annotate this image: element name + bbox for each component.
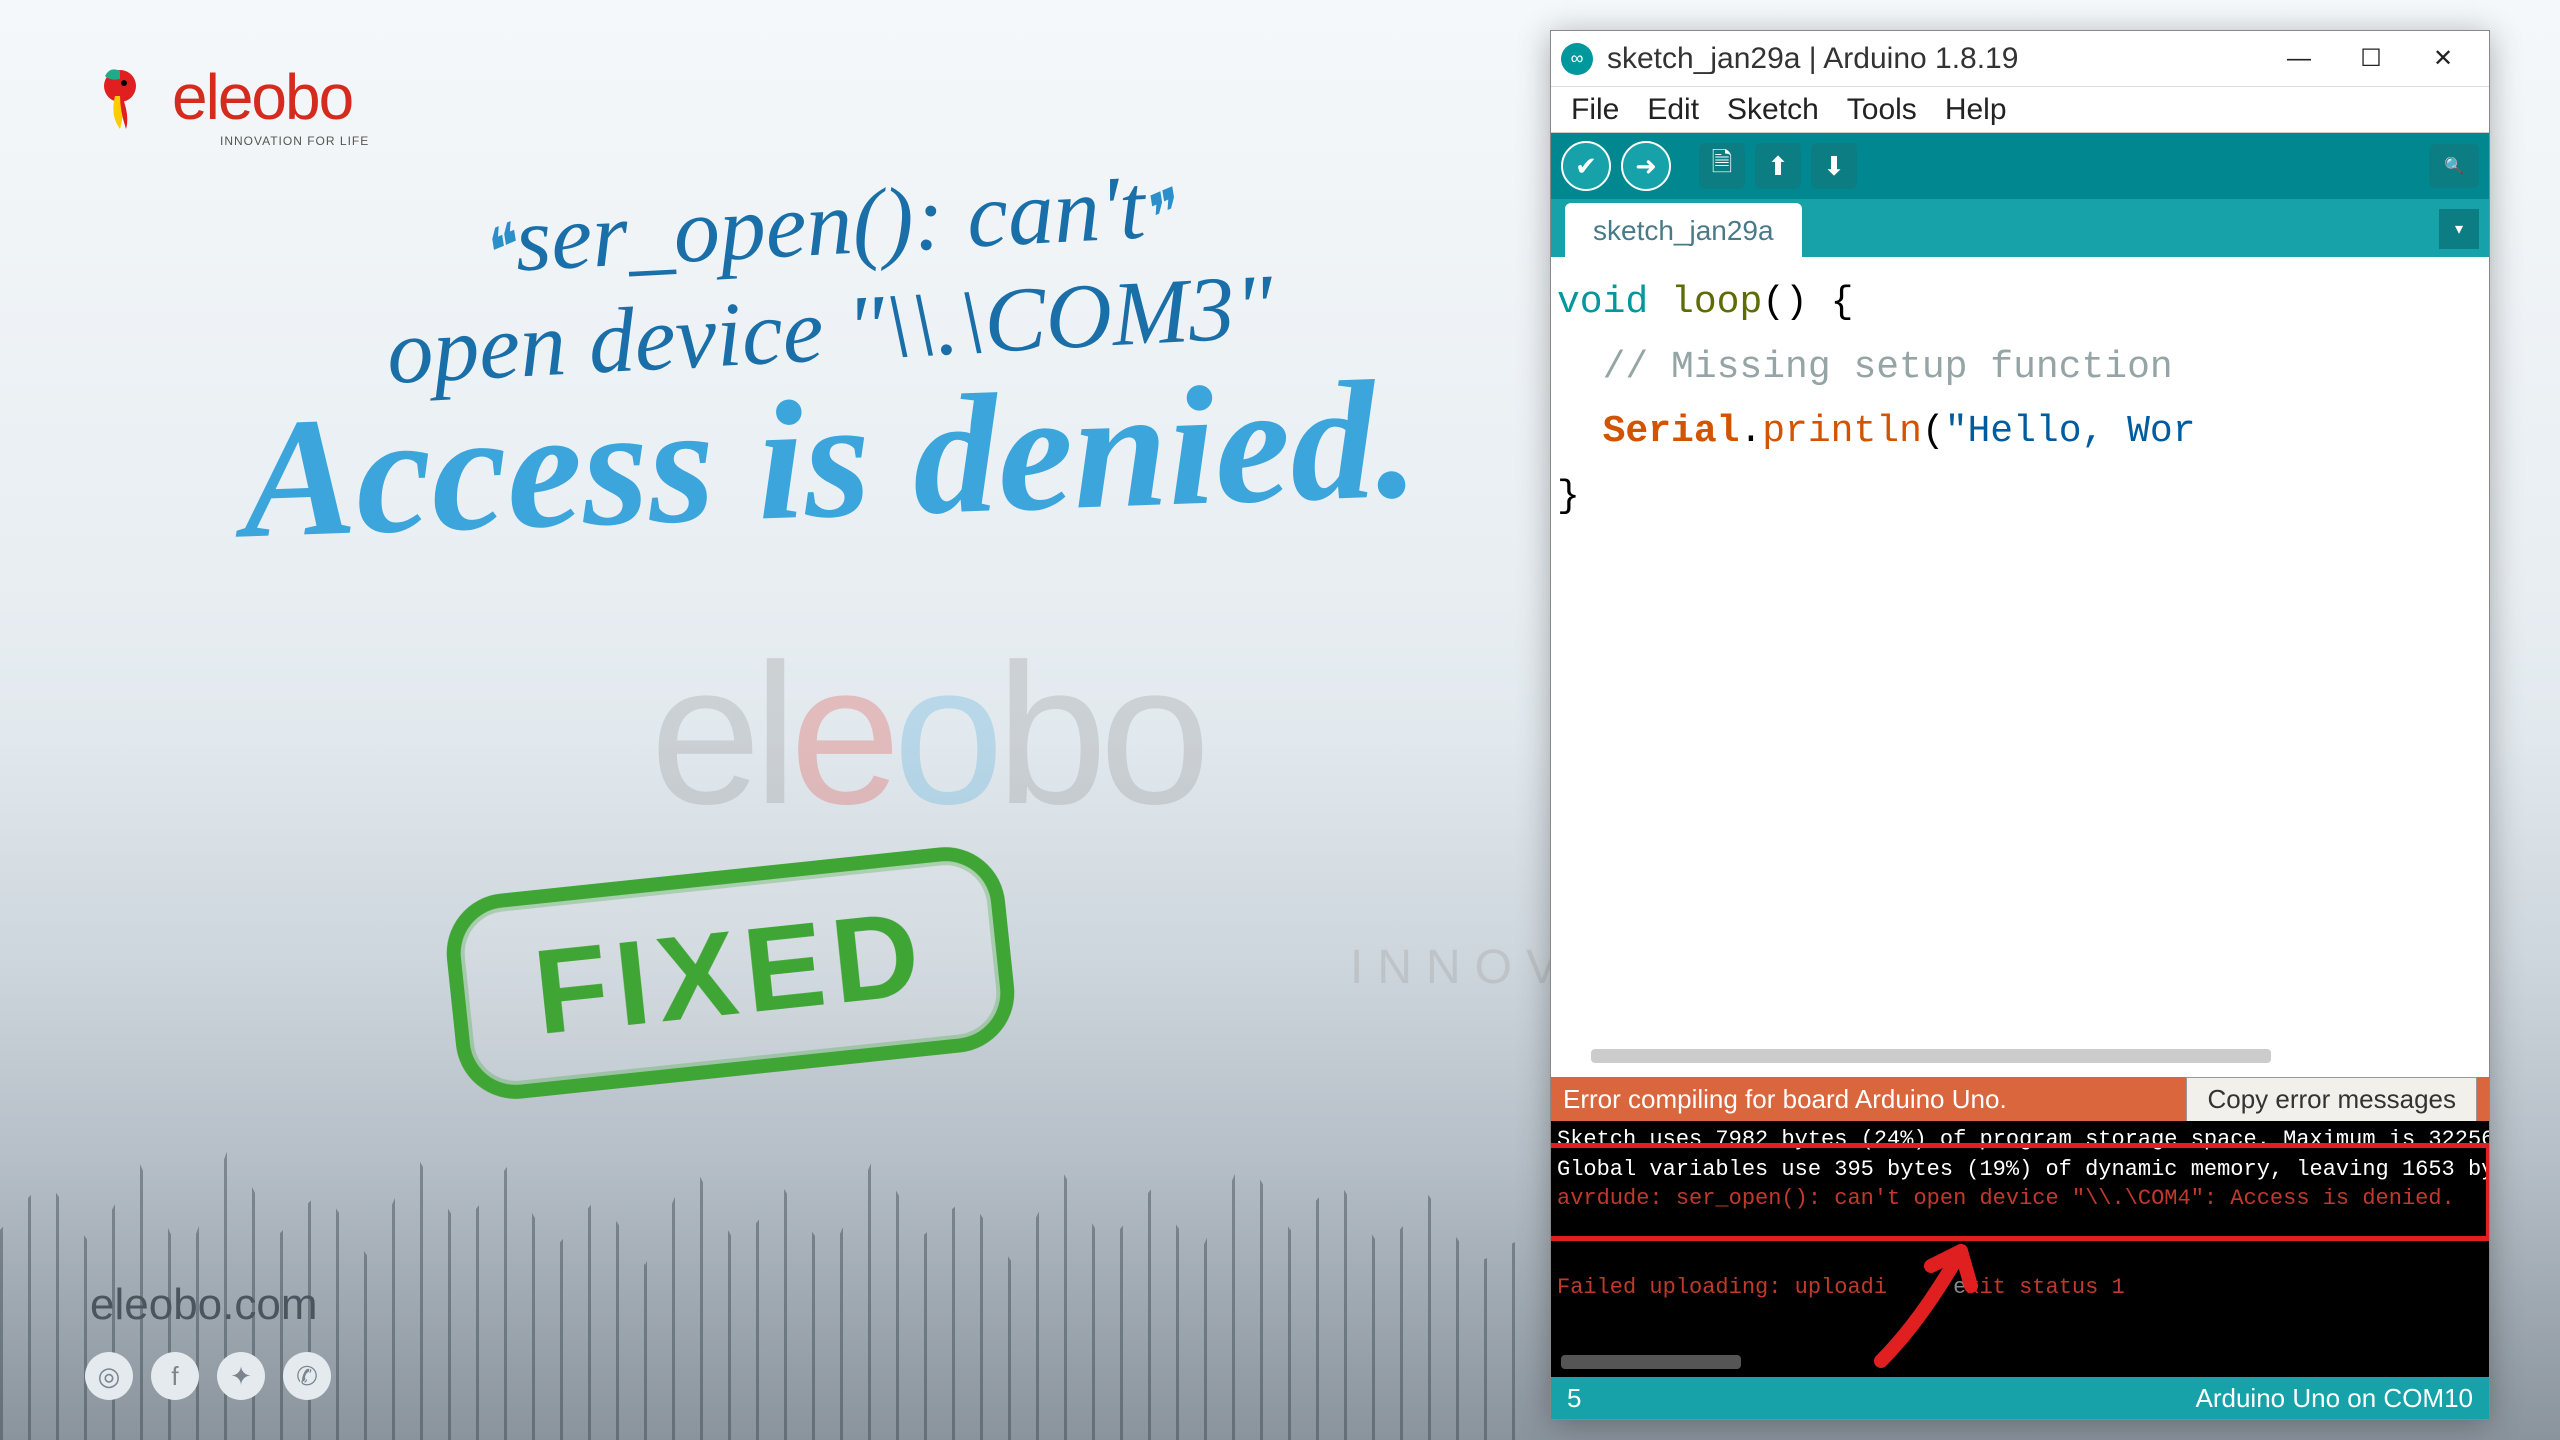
compile-status-bar: Error compiling for board Arduino Uno. C… (1551, 1077, 2489, 1121)
arduino-app-icon: ∞ (1561, 43, 1593, 75)
menu-tools[interactable]: Tools (1835, 87, 1929, 133)
line-number: 5 (1567, 1383, 1581, 1414)
watermark-logo: eleobo (650, 620, 1203, 850)
new-button[interactable]: 🗎 (1699, 143, 1745, 189)
social-row: ◎ f ✦ ✆ (85, 1352, 331, 1400)
board-port-label: Arduino Uno on COM10 (2196, 1383, 2473, 1414)
output-console[interactable]: Sketch uses 7982 bytes (24%) of program … (1551, 1121, 2489, 1377)
arrow-annotation-icon (1861, 1231, 2011, 1371)
console-h-scrollbar[interactable] (1561, 1355, 1741, 1369)
code-func: loop (1671, 281, 1762, 324)
arduino-window: ∞ sketch_jan29a | Arduino 1.8.19 — ☐ ✕ F… (1550, 30, 2490, 1420)
facebook-icon[interactable]: f (151, 1352, 199, 1400)
tabbar: sketch_jan29a ▾ (1551, 199, 2489, 257)
console-error-line: avrdude: ser_open(): can't open device "… (1557, 1184, 2483, 1214)
console-line: Sketch uses 7982 bytes (24%) of program … (1557, 1125, 2483, 1155)
code-text: } (1557, 465, 2483, 530)
headline: ❝ser_open(): can't❞ open device "\\.\COM… (60, 170, 1600, 557)
upload-button[interactable]: ➜ (1621, 141, 1671, 191)
console-fail-line: Failed uploading: uploading erexit statu… (1557, 1273, 2483, 1303)
console-line: Global variables use 395 bytes (19%) of … (1557, 1155, 2483, 1185)
compile-error-text: Error compiling for board Arduino Uno. (1563, 1084, 2186, 1115)
verify-button[interactable]: ✔ (1561, 141, 1611, 191)
brand-tagline: INNOVATION FOR LIFE (220, 134, 369, 148)
instagram-icon[interactable]: ◎ (85, 1352, 133, 1400)
minimize-button[interactable]: — (2263, 31, 2335, 87)
open-button[interactable]: ⬆ (1755, 143, 1801, 189)
close-button[interactable]: ✕ (2407, 31, 2479, 87)
maximize-button[interactable]: ☐ (2335, 31, 2407, 87)
code-keyword: void (1557, 281, 1648, 324)
editor-h-scrollbar[interactable] (1591, 1049, 2271, 1063)
tab-dropdown-icon[interactable]: ▾ (2439, 209, 2479, 249)
serial-monitor-button[interactable]: 🔍 (2429, 144, 2479, 188)
whatsapp-icon[interactable]: ✆ (283, 1352, 331, 1400)
menu-file[interactable]: File (1559, 87, 1631, 133)
parrot-icon (90, 61, 162, 133)
statusbar: 5 Arduino Uno on COM10 (1551, 1377, 2489, 1419)
menu-help[interactable]: Help (1933, 87, 2019, 133)
code-text: () { (1762, 281, 1853, 324)
code-class: Serial (1603, 410, 1740, 453)
brand-name: eleobo (172, 60, 352, 134)
code-comment: // Missing setup function (1603, 346, 2173, 389)
brand-logo: eleobo (90, 60, 352, 134)
toolbar: ✔ ➜ 🗎 ⬆ ⬇ 🔍 (1551, 133, 2489, 199)
copy-error-button[interactable]: Copy error messages (2186, 1077, 2477, 1122)
menubar: File Edit Sketch Tools Help (1551, 87, 2489, 133)
code-method: println (1762, 410, 1922, 453)
sketch-tab[interactable]: sketch_jan29a (1565, 203, 1802, 257)
save-button[interactable]: ⬇ (1811, 143, 1857, 189)
twitter-icon[interactable]: ✦ (217, 1352, 265, 1400)
titlebar[interactable]: ∞ sketch_jan29a | Arduino 1.8.19 — ☐ ✕ (1551, 31, 2489, 87)
code-editor[interactable]: void loop() { // Missing setup function … (1551, 257, 2489, 1077)
console-line (1557, 1214, 2483, 1244)
menu-sketch[interactable]: Sketch (1715, 87, 1831, 133)
code-string: "Hello, Wor (1945, 410, 2196, 453)
console-line (1557, 1244, 2483, 1274)
window-title: sketch_jan29a | Arduino 1.8.19 (1607, 42, 2263, 76)
site-url: eleobo.com (90, 1280, 317, 1330)
menu-edit[interactable]: Edit (1635, 87, 1711, 133)
